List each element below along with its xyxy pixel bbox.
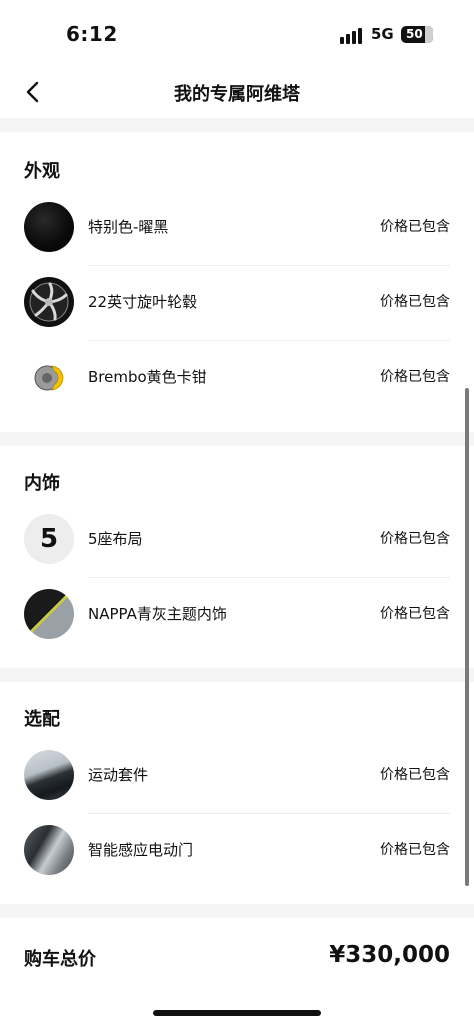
item-price-status: 价格已包含 [380, 767, 450, 783]
battery-icon: 50 [401, 26, 433, 43]
section-divider [0, 904, 474, 918]
black-paint-swatch [24, 202, 74, 252]
item-name: NAPPA青灰主题内饰 [88, 605, 227, 623]
item-price-status: 价格已包含 [380, 606, 450, 622]
item-price-status: 价格已包含 [380, 219, 450, 235]
section-divider [0, 668, 474, 682]
total-label: 购车总价 [24, 949, 96, 970]
list-item[interactable]: 5 5座布局 价格已包含 [0, 502, 474, 576]
total-price-bar: 购车总价 ¥330,000 [0, 932, 474, 982]
section-divider [0, 432, 474, 446]
list-item[interactable]: NAPPA青灰主题内饰 价格已包含 [0, 577, 474, 651]
item-name: 特别色-曜黑 [88, 218, 169, 236]
seat-count-badge: 5 [24, 514, 74, 564]
signal-icon [340, 28, 364, 44]
list-item[interactable]: 22英寸旋叶轮毂 价格已包含 [0, 265, 474, 339]
home-indicator[interactable] [153, 1010, 321, 1016]
item-price-status: 价格已包含 [380, 531, 450, 547]
section-title-options: 选配 [24, 709, 60, 730]
list-item[interactable]: Brembo黄色卡钳 价格已包含 [0, 340, 474, 414]
nav-bar: 我的专属阿维塔 [0, 70, 474, 116]
status-bar: 6:12 5G 50 [0, 0, 474, 70]
section-title-exterior: 外观 [24, 161, 60, 182]
status-time: 6:12 [66, 22, 118, 46]
total-value: ¥330,000 [329, 942, 450, 968]
section-divider [0, 118, 474, 132]
wheel-rim-icon [24, 277, 74, 327]
item-price-status: 价格已包含 [380, 842, 450, 858]
item-price-status: 价格已包含 [380, 294, 450, 310]
item-price-status: 价格已包含 [380, 369, 450, 385]
nappa-leather-swatch [24, 589, 74, 639]
page-title: 我的专属阿维塔 [174, 84, 300, 105]
list-item[interactable]: 特别色-曜黑 价格已包含 [0, 190, 474, 264]
item-name: 运动套件 [88, 766, 149, 784]
section-title-interior: 内饰 [24, 473, 60, 494]
list-item[interactable]: 运动套件 价格已包含 [0, 738, 474, 812]
battery-level: 50 [406, 27, 423, 41]
yellow-caliper-icon [24, 352, 74, 402]
item-name: 22英寸旋叶轮毂 [88, 293, 198, 311]
network-label: 5G [371, 25, 394, 43]
item-name: Brembo黄色卡钳 [88, 368, 207, 386]
sport-kit-photo [24, 750, 74, 800]
scrollbar[interactable] [465, 388, 469, 886]
list-item[interactable]: 智能感应电动门 价格已包含 [0, 813, 474, 887]
power-door-photo [24, 825, 74, 875]
item-name: 5座布局 [88, 530, 143, 548]
item-name: 智能感应电动门 [88, 841, 194, 859]
seat-count-value: 5 [39, 524, 59, 554]
